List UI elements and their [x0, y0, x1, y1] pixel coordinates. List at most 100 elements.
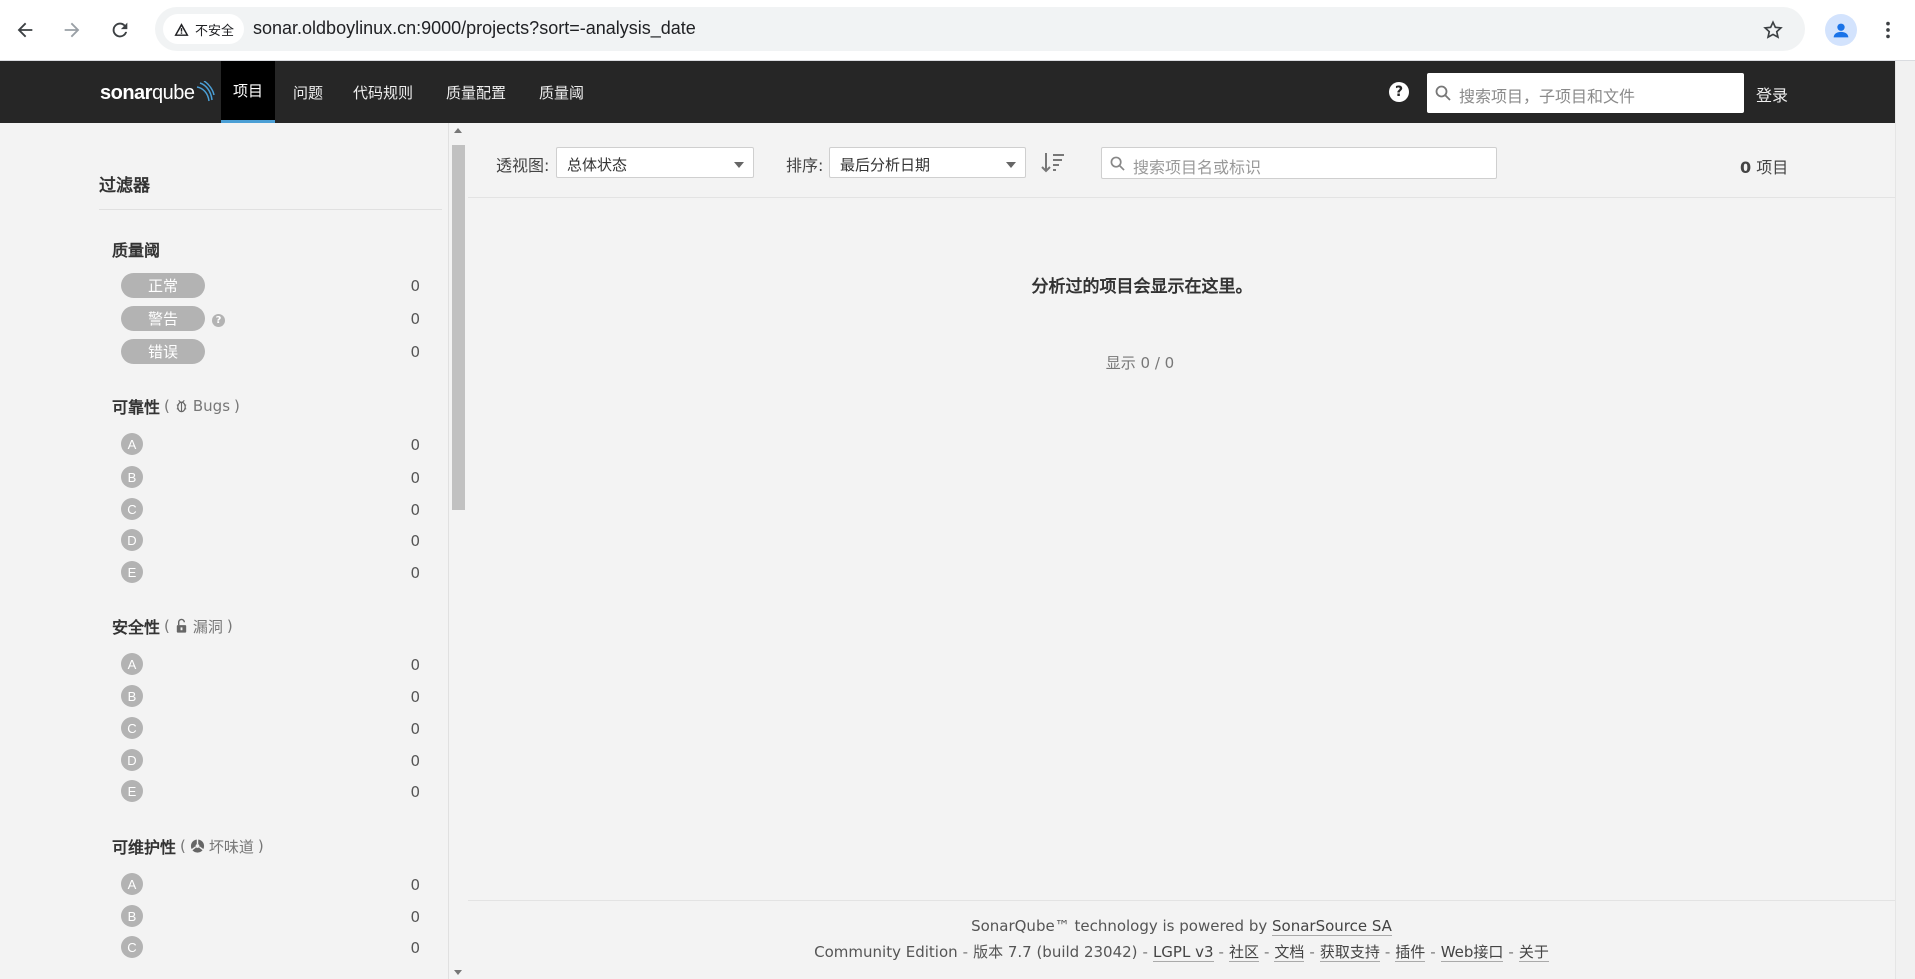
footer-version: 版本 7.7 (build 23042)	[973, 943, 1138, 961]
sonarsource-link[interactable]: SonarSource SA	[1272, 917, 1392, 936]
facet-maintainability-label: 可维护性	[112, 838, 177, 857]
global-search-placeholder: 搜索项目，子项目和文件	[1459, 87, 1636, 106]
facet-count: 0	[410, 752, 420, 770]
facet-reliability-title[interactable]: 可靠性 ( Bugs )	[112, 394, 240, 418]
sort-order-icon[interactable]	[1040, 150, 1066, 176]
browser-menu-button[interactable]	[1872, 14, 1904, 46]
filter-quality-gate-passed[interactable]: 正常	[121, 273, 205, 298]
footer-edition: Community Edition	[814, 943, 958, 961]
profile-button[interactable]	[1825, 14, 1857, 46]
help-icon[interactable]: ?	[212, 314, 225, 327]
rating-b[interactable]: B	[121, 905, 143, 927]
warning-icon	[174, 22, 189, 36]
scroll-down-arrow[interactable]	[454, 970, 462, 975]
rating-c[interactable]: C	[121, 717, 143, 739]
footer-link-docs[interactable]: 文档	[1274, 943, 1305, 962]
reload-icon	[112, 22, 128, 38]
arrow-right-icon	[64, 22, 80, 38]
sort-value: 最后分析日期	[840, 156, 931, 174]
facet-count: 0	[410, 688, 420, 706]
bookmark-button[interactable]	[1757, 14, 1789, 46]
facet-quality-gate-title[interactable]: 质量阈	[112, 237, 160, 261]
footer-divider	[468, 900, 1895, 901]
nav-quality-profiles[interactable]: 质量配置	[434, 61, 518, 123]
logo-text-light: qube	[151, 82, 195, 104]
global-search-input[interactable]: 搜索项目，子项目和文件	[1427, 73, 1744, 113]
footer-link-plugins[interactable]: 插件	[1395, 943, 1426, 962]
facet-count: 0	[410, 720, 420, 738]
person-icon	[1833, 23, 1849, 38]
perspective-label: 透视图:	[496, 156, 550, 175]
footer-link-license[interactable]: LGPL v3	[1152, 943, 1214, 962]
facet-security-sub-label: 漏洞	[192, 617, 223, 636]
rating-e[interactable]: E	[121, 780, 143, 802]
rating-b[interactable]: B	[121, 466, 143, 488]
url-text[interactable]: sonar.oldboylinux.cn:9000/projects?sort=…	[253, 18, 696, 39]
footer-powered-prefix: SonarQube™ technology is powered by	[971, 917, 1268, 935]
facet-maintainability-title[interactable]: 可维护性 ( 坏味道 )	[112, 834, 264, 858]
search-icon	[1110, 156, 1125, 171]
page-scrollbar[interactable]	[1895, 61, 1915, 979]
address-bar[interactable]: 不安全 sonar.oldboylinux.cn:9000/projects?s…	[155, 7, 1805, 51]
reload-button[interactable]	[104, 14, 136, 46]
footer-link-web-api[interactable]: Web接口	[1440, 943, 1504, 962]
back-button[interactable]	[9, 14, 41, 46]
footer-link-support[interactable]: 获取支持	[1319, 943, 1380, 962]
facet-count: 0	[410, 564, 420, 582]
shown-count: 显示 0 / 0	[1105, 354, 1175, 372]
scrollbar-thumb[interactable]	[452, 145, 465, 510]
nav-projects-label: 项目	[233, 82, 264, 100]
facet-count: 0	[410, 783, 420, 801]
sidebar-scrollbar[interactable]	[448, 123, 467, 979]
rating-d[interactable]: D	[121, 749, 143, 771]
paren-close: )	[257, 837, 264, 855]
filter-quality-gate-warning[interactable]: 警告	[121, 306, 205, 331]
nav-projects[interactable]: 项目	[221, 61, 276, 123]
facet-quality-gate-label: 质量阈	[112, 241, 161, 260]
nav-quality-profiles-label: 质量配置	[446, 83, 507, 102]
help-icon[interactable]: ?	[1389, 82, 1409, 102]
rating-a[interactable]: A	[121, 433, 143, 455]
facet-security-sub: ( 漏洞 )	[164, 616, 233, 637]
filters-divider	[99, 209, 442, 210]
facet-count: 0	[410, 310, 420, 328]
global-navbar: sonar qube 项目 问题 代码规则 质量配置 质量阈 ? 搜索项目，子项目…	[0, 61, 1895, 123]
facet-count: 0	[410, 436, 420, 454]
rating-e[interactable]: E	[121, 561, 143, 583]
perspective-select[interactable]: 总体状态	[556, 147, 754, 178]
footer-link-community[interactable]: 社区	[1228, 943, 1259, 962]
footer-powered-by: SonarQube™ technology is powered by Sona…	[468, 917, 1895, 936]
paren-close: )	[234, 397, 240, 415]
nav-issues[interactable]: 问题	[281, 61, 335, 123]
login-link[interactable]: 登录	[1756, 82, 1788, 106]
rating-a[interactable]: A	[121, 653, 143, 675]
sort-select[interactable]: 最后分析日期	[829, 147, 1026, 178]
rating-c[interactable]: C	[121, 498, 143, 520]
project-count-number: 0	[1740, 158, 1752, 177]
project-count-unit: 项目	[1756, 158, 1789, 177]
rating-c[interactable]: C	[121, 936, 143, 958]
rating-a[interactable]: A	[121, 873, 143, 895]
search-icon	[1435, 85, 1451, 101]
nav-rules[interactable]: 代码规则	[341, 61, 425, 123]
rating-d[interactable]: D	[121, 529, 143, 551]
project-search-input[interactable]: 搜索项目名或标识	[1101, 147, 1497, 179]
facet-count: 0	[410, 908, 420, 926]
facet-security-title[interactable]: 安全性 ( 漏洞 )	[112, 614, 233, 638]
facet-reliability-label: 可靠性	[112, 398, 161, 417]
more-vert-icon	[1886, 21, 1890, 39]
nav-quality-gates-label: 质量阈	[539, 83, 585, 102]
forward-button[interactable]	[56, 14, 88, 46]
chevron-down-icon	[734, 162, 744, 168]
nav-quality-gates[interactable]: 质量阈	[527, 61, 596, 123]
filter-quality-gate-error[interactable]: 错误	[121, 339, 205, 364]
security-chip[interactable]: 不安全	[163, 14, 245, 44]
scroll-up-arrow[interactable]	[454, 128, 462, 133]
sonarqube-logo[interactable]: sonar qube	[100, 81, 216, 105]
bug-icon	[176, 399, 187, 413]
rating-b[interactable]: B	[121, 685, 143, 707]
arrow-left-icon	[17, 22, 33, 38]
facet-count: 0	[410, 343, 420, 361]
paren-open: (	[164, 397, 170, 415]
footer-link-about[interactable]: 关于	[1518, 943, 1549, 962]
